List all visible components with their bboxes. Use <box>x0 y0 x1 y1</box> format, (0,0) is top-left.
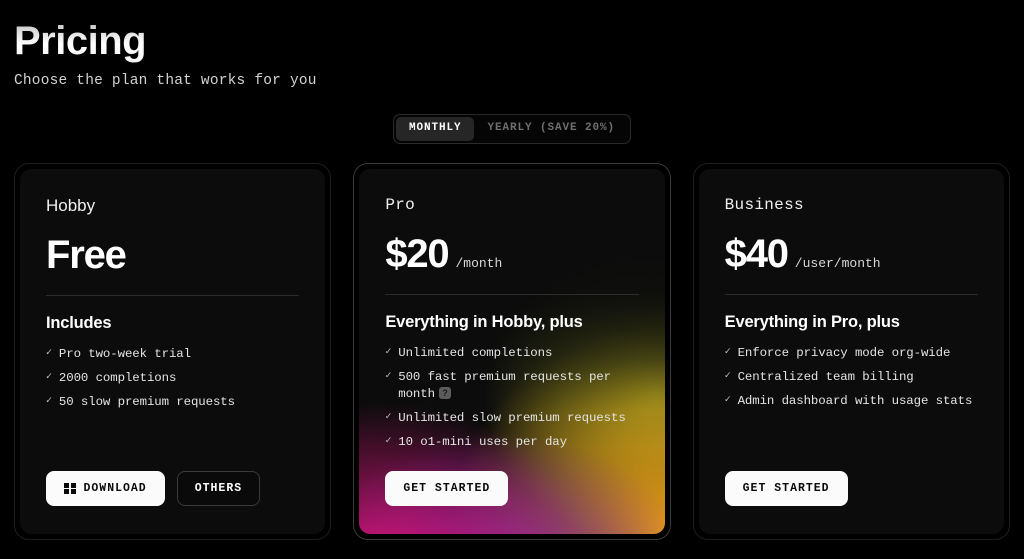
plan-card-hobby: Hobby Free Includes ✓ Pro two-week trial ✓ 200… <box>20 169 326 535</box>
feature-text: Enforce privacy mode org-wide <box>738 345 978 362</box>
feature-item: ✓ Pro two-week trial <box>46 346 299 363</box>
feature-text: 10 o1-mini uses per day <box>398 434 638 451</box>
feature-item: ✓ Unlimited completions <box>385 345 638 362</box>
feature-text: Unlimited slow premium requests <box>398 410 638 427</box>
windows-icon <box>64 482 76 495</box>
plan-frame-hobby: Hobby Free Includes ✓ Pro two-week trial ✓ 200… <box>14 163 332 541</box>
plan-name-hobby: Hobby <box>46 196 96 216</box>
billing-toggle-wrapper: MONTHLY YEARLY (SAVE 20%) <box>0 114 1024 145</box>
button-label: OTHERS <box>194 481 243 495</box>
button-label: GET STARTED <box>403 481 491 495</box>
get-started-button-business[interactable]: GET STARTED <box>724 470 848 507</box>
feature-item: ✓ Unlimited slow premium requests <box>385 410 638 427</box>
feature-label: 500 fast premium requests per month <box>398 370 611 401</box>
feature-label: 10 o1-mini uses per day <box>398 434 567 449</box>
feature-label: 2000 completions <box>58 371 177 386</box>
feature-text: Admin dashboard with usage stats <box>738 393 978 410</box>
plan-cta-row-hobby: DOWNLOAD OTHERS <box>46 470 299 507</box>
check-icon: ✓ <box>385 435 392 447</box>
plan-feature-list-business: ✓ Enforce privacy mode org-wide ✓ Centraliz… <box>725 345 978 410</box>
check-icon: ✓ <box>724 394 731 406</box>
feature-text: Pro two-week trial <box>59 346 299 363</box>
plan-price-pro: $20 <box>385 232 449 277</box>
feature-text: Unlimited completions <box>398 345 638 362</box>
plan-cta-row-pro: GET STARTED <box>385 470 638 507</box>
plan-frame-pro: Pro $20/month Everything in Hobby, plus ✓ Un… <box>353 163 671 541</box>
check-icon: ✓ <box>724 347 731 359</box>
feature-label: Admin dashboard with usage stats <box>737 393 973 408</box>
billing-toggle[interactable]: MONTHLY YEARLY (SAVE 20%) <box>392 114 632 145</box>
feature-item: ✓ Admin dashboard with usage stats <box>725 393 978 410</box>
toggle-option-monthly[interactable]: MONTHLY <box>395 117 475 142</box>
feature-text: Centralized team billing <box>738 369 978 386</box>
check-icon: ✓ <box>46 372 52 384</box>
plan-card-business: Business $40/user/month Everything in Pro,… <box>698 169 1004 535</box>
feature-item: ✓ Centralized team billing <box>725 369 978 386</box>
plan-name-business: Business <box>724 196 804 215</box>
plan-price-row-pro: $20/month <box>385 234 638 274</box>
feature-label: Unlimited completions <box>398 346 553 361</box>
plan-divider-business <box>724 294 978 296</box>
plan-price-row-hobby: Free <box>46 235 299 275</box>
get-started-button-pro[interactable]: GET STARTED <box>385 470 509 507</box>
toggle-option-yearly[interactable]: YEARLY (SAVE 20%) <box>474 117 628 141</box>
feature-label: Centralized team billing <box>737 370 914 385</box>
check-icon: ✓ <box>46 348 52 360</box>
plan-divider-pro <box>385 294 639 296</box>
plan-period-pro: /month <box>455 256 503 272</box>
page-title: Pricing <box>14 18 147 65</box>
check-icon: ✓ <box>46 395 52 407</box>
feature-item: ✓ 10 o1-mini uses per day <box>385 434 638 451</box>
button-label: GET STARTED <box>742 481 830 495</box>
page-header: Pricing Choose the plan that works for y… <box>0 0 1024 89</box>
feature-item: ✓ Enforce privacy mode org-wide <box>725 345 978 362</box>
pricing-plans: Hobby Free Includes ✓ Pro two-week trial ✓ 200… <box>0 163 1024 541</box>
feature-label: Enforce privacy mode org-wide <box>737 346 951 361</box>
plan-includes-title-business: Everything in Pro, plus <box>724 313 900 332</box>
plan-cta-row-business: GET STARTED <box>724 470 978 507</box>
button-label: DOWNLOAD <box>83 481 147 495</box>
help-icon[interactable]: ? <box>438 387 451 400</box>
feature-text: 500 fast premium requests per month? <box>398 369 638 403</box>
feature-item: ✓ 50 slow premium requests <box>46 394 299 411</box>
plan-name-pro: Pro <box>385 196 416 215</box>
plan-divider-hobby <box>46 295 300 297</box>
feature-text: 50 slow premium requests <box>59 394 299 411</box>
feature-label: 50 slow premium requests <box>58 394 235 409</box>
plan-feature-list-pro: ✓ Unlimited completions ✓ 500 fast premium … <box>385 345 638 450</box>
plan-price-business: $40 <box>724 232 789 277</box>
feature-label: Unlimited slow premium requests <box>398 410 626 425</box>
feature-item: ✓ 2000 completions <box>46 370 299 387</box>
feature-label: Pro two-week trial <box>58 347 191 362</box>
check-icon: ✓ <box>724 371 731 383</box>
plan-includes-title-pro: Everything in Hobby, plus <box>385 313 583 332</box>
plan-price-hobby: Free <box>46 233 127 278</box>
plan-card-pro: Pro $20/month Everything in Hobby, plus ✓ Un… <box>359 169 665 535</box>
feature-text: 2000 completions <box>59 370 299 387</box>
plan-price-row-business: $40/user/month <box>725 234 978 274</box>
check-icon: ✓ <box>385 347 392 359</box>
plan-period-business: /user/month <box>794 256 881 272</box>
others-button-hobby[interactable]: OTHERS <box>176 470 261 507</box>
plan-frame-business: Business $40/user/month Everything in Pro,… <box>692 163 1010 541</box>
check-icon: ✓ <box>385 371 392 383</box>
feature-item: ✓ 500 fast premium requests per month? <box>385 369 638 403</box>
check-icon: ✓ <box>385 411 392 423</box>
page-subtitle: Choose the plan that works for you <box>14 73 317 90</box>
plan-includes-title-hobby: Includes <box>46 314 112 333</box>
download-button-hobby[interactable]: DOWNLOAD <box>46 470 165 507</box>
plan-feature-list-hobby: ✓ Pro two-week trial ✓ 2000 completions ✓ 50 … <box>46 346 299 411</box>
